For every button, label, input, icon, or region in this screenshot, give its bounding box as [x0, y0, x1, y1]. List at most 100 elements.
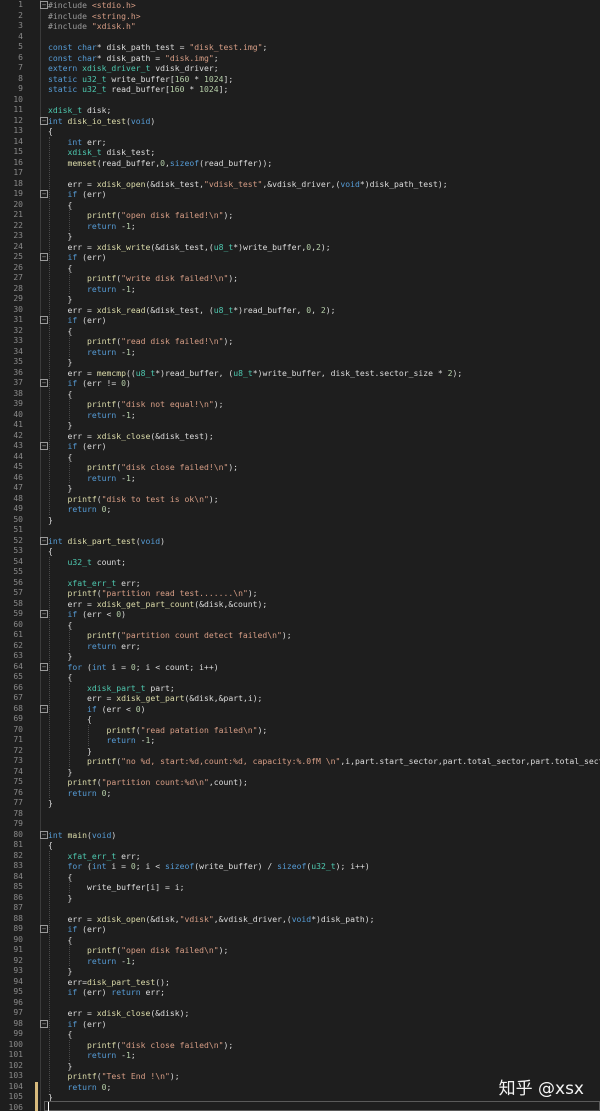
code-line[interactable]: 102 }: [0, 1061, 600, 1072]
code-line[interactable]: 99 {: [0, 1029, 600, 1040]
code-line[interactable]: 100 printf("disk close failed\n");: [0, 1040, 600, 1051]
code-line[interactable]: 6 const char* disk_path = "disk.img";: [0, 53, 600, 64]
code-line[interactable]: 82 xfat_err_t err;: [0, 851, 600, 862]
code-line[interactable]: 44 {: [0, 452, 600, 463]
code-line[interactable]: 64 − for (int i = 0; i < count; i++): [0, 662, 600, 673]
code-line[interactable]: 87: [0, 903, 600, 914]
code-line[interactable]: 19 − if (err): [0, 189, 600, 200]
code-line[interactable]: 80 − int main(void): [0, 830, 600, 841]
code-line[interactable]: 90 {: [0, 935, 600, 946]
code-line[interactable]: 15 xdisk_t disk_test;: [0, 147, 600, 158]
code-line[interactable]: 3 #include "xdisk.h": [0, 21, 600, 32]
code-line[interactable]: 38 {: [0, 389, 600, 400]
code-line[interactable]: 14 int err;: [0, 137, 600, 148]
code-editor[interactable]: 1− #include <stdio.h> 2 #include <string.h>…: [0, 0, 600, 1111]
code-line[interactable]: 85 write_buffer[i] = i;: [0, 882, 600, 893]
fold-toggle-icon[interactable]: −: [40, 536, 48, 545]
code-line[interactable]: 26 {: [0, 263, 600, 274]
code-line[interactable]: 43 − if (err): [0, 441, 600, 452]
code-line[interactable]: 86 }: [0, 893, 600, 904]
code-line[interactable]: 55: [0, 567, 600, 578]
code-line[interactable]: 23 }: [0, 231, 600, 242]
code-line[interactable]: 50}: [0, 515, 600, 526]
code-line[interactable]: 12 − int disk_io_test(void): [0, 116, 600, 127]
code-line[interactable]: 22 return -1;: [0, 221, 600, 232]
code-line[interactable]: 101 return -1;: [0, 1050, 600, 1061]
fold-toggle-icon[interactable]: −: [40, 116, 48, 125]
code-line[interactable]: 1 − #include <stdio.h>: [0, 0, 600, 11]
code-line[interactable]: 10: [0, 95, 600, 106]
code-line[interactable]: 42 err = xdisk_close(&disk_test);: [0, 431, 600, 442]
code-line[interactable]: 74 }: [0, 767, 600, 778]
code-line[interactable]: 27 printf("write disk failed!\n");: [0, 273, 600, 284]
code-line[interactable]: 28 return -1;: [0, 284, 600, 295]
code-line[interactable]: 53 {: [0, 546, 600, 557]
code-line[interactable]: 36 err = memcmp((u8_t*)read_buffer, (u8_…: [0, 368, 600, 379]
fold-toggle-icon[interactable]: −: [40, 1019, 48, 1028]
code-line[interactable]: 98 − if (err): [0, 1019, 600, 1030]
code-line[interactable]: 61 printf("partition count detect failed…: [0, 630, 600, 641]
code-line[interactable]: 62 return err;: [0, 641, 600, 652]
code-line[interactable]: 40 return -1;: [0, 410, 600, 421]
code-line[interactable]: 57 printf("partition read test.......\n"…: [0, 588, 600, 599]
code-line[interactable]: 7 extern xdisk_driver_t vdisk_driver;: [0, 63, 600, 74]
code-line[interactable]: 4: [0, 32, 600, 43]
code-line[interactable]: 49 return 0;: [0, 504, 600, 515]
code-line[interactable]: 59 − if (err < 0): [0, 609, 600, 620]
code-line[interactable]: 88 err = xdisk_open(&disk,"vdisk",&vdisk…: [0, 914, 600, 925]
code-line[interactable]: 41 }: [0, 420, 600, 431]
fold-toggle-icon[interactable]: −: [40, 253, 48, 261]
code-line[interactable]: 69 {: [0, 714, 600, 725]
code-line[interactable]: 79: [0, 819, 600, 830]
code-line[interactable]: 29 }: [0, 294, 600, 305]
code-line[interactable]: 52 − int disk_part_test(void): [0, 536, 600, 547]
fold-toggle-icon[interactable]: −: [40, 830, 48, 839]
code-line[interactable]: 9 static u32_t read_buffer[160 * 1024];: [0, 84, 600, 95]
code-line[interactable]: 8 static u32_t write_buffer[160 * 1024];: [0, 74, 600, 85]
fold-toggle-icon[interactable]: −: [40, 925, 48, 933]
fold-toggle-icon[interactable]: −: [40, 704, 48, 713]
fold-toggle-icon[interactable]: −: [40, 610, 48, 618]
code-line[interactable]: 56 xfat_err_t err;: [0, 578, 600, 589]
fold-toggle-icon[interactable]: −: [40, 316, 48, 324]
code-line[interactable]: 97 err = xdisk_close(&disk);: [0, 1008, 600, 1019]
code-line[interactable]: 33 printf("read disk failed!\n");: [0, 336, 600, 347]
code-line[interactable]: 93 }: [0, 966, 600, 977]
code-line[interactable]: 91 printf("open disk failed\n");: [0, 945, 600, 956]
code-line[interactable]: 95 if (err) return err;: [0, 987, 600, 998]
code-line[interactable]: 46 return -1;: [0, 473, 600, 484]
fold-toggle-icon[interactable]: −: [40, 442, 48, 450]
code-line[interactable]: 70 printf("read patation failed\n");: [0, 725, 600, 736]
code-line[interactable]: 34 return -1;: [0, 347, 600, 358]
code-line[interactable]: 78: [0, 809, 600, 820]
code-line[interactable]: 21 printf("open disk failed!\n");: [0, 210, 600, 221]
code-line[interactable]: 63 }: [0, 651, 600, 662]
code-line[interactable]: 83 for (int i = 0; i < sizeof(write_buff…: [0, 861, 600, 872]
code-line[interactable]: 81 {: [0, 840, 600, 851]
code-line[interactable]: 77}: [0, 798, 600, 809]
code-line[interactable]: 20 {: [0, 200, 600, 211]
code-line[interactable]: 17: [0, 168, 600, 179]
code-line[interactable]: 35 }: [0, 357, 600, 368]
code-line[interactable]: 2 #include <string.h>: [0, 11, 600, 22]
code-line[interactable]: 67 err = xdisk_get_part(&disk,&part,i);: [0, 693, 600, 704]
code-line[interactable]: 47 }: [0, 483, 600, 494]
code-line[interactable]: 16 memset(read_buffer,0,sizeof(read_buff…: [0, 158, 600, 169]
code-line[interactable]: 73 printf("no %d, start:%d,count:%d, cap…: [0, 756, 600, 767]
code-line[interactable]: 76 return 0;: [0, 788, 600, 799]
code-line[interactable]: 48 printf("disk to test is ok\n");: [0, 494, 600, 505]
code-line[interactable]: 65 {: [0, 672, 600, 683]
code-line[interactable]: 31 − if (err): [0, 315, 600, 326]
code-line[interactable]: 58 err = xdisk_get_part_count(&disk,&cou…: [0, 599, 600, 610]
code-line[interactable]: 96: [0, 998, 600, 1009]
code-line[interactable]: 92 return -1;: [0, 956, 600, 967]
code-line[interactable]: 45 printf("disk close failed!\n");: [0, 462, 600, 473]
code-line[interactable]: 71 return -1;: [0, 735, 600, 746]
code-line[interactable]: 30 err = xdisk_read(&disk_test, (u8_t*)r…: [0, 305, 600, 316]
code-line[interactable]: 5 const char* disk_path_test = "disk_test…: [0, 42, 600, 53]
code-line[interactable]: 84 {: [0, 872, 600, 883]
code-line[interactable]: 11 xdisk_t disk;: [0, 105, 600, 116]
code-line[interactable]: 54 u32_t count;: [0, 557, 600, 568]
code-line[interactable]: 60 {: [0, 620, 600, 631]
code-line[interactable]: 24 err = xdisk_write(&disk_test,(u8_t*)w…: [0, 242, 600, 253]
